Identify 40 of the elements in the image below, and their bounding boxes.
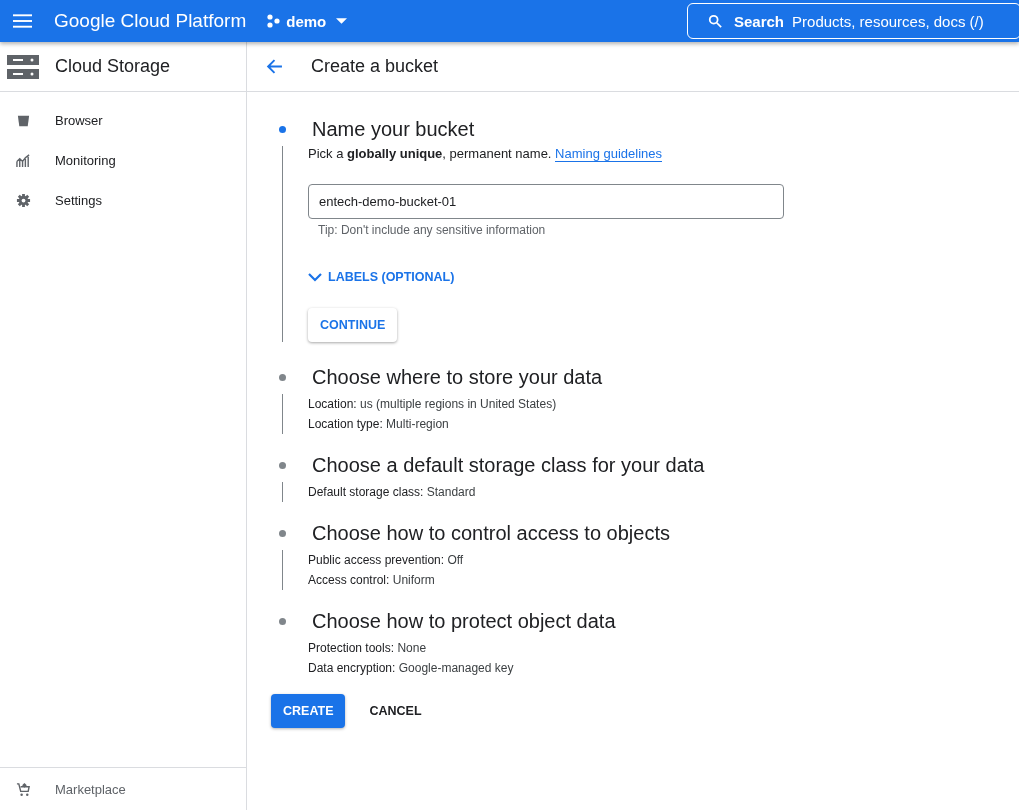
back-arrow-icon[interactable] bbox=[266, 58, 283, 75]
step-title[interactable]: Choose how to control access to objects bbox=[312, 521, 670, 545]
caret-icon bbox=[336, 18, 348, 24]
step-detail: Data encryption: Google-managed key bbox=[308, 660, 515, 677]
project-dots-icon bbox=[266, 14, 281, 28]
sidebar-title: Cloud Storage bbox=[55, 56, 171, 77]
naming-guidelines-link[interactable]: Naming guidelines bbox=[555, 146, 663, 162]
create-button[interactable]: CREATE bbox=[271, 694, 346, 728]
chart-icon bbox=[16, 152, 31, 168]
step-title[interactable]: Name your bucket bbox=[312, 117, 475, 141]
settings-icon bbox=[16, 192, 31, 208]
step-detail: Protection tools: None bbox=[308, 640, 428, 657]
page-title: Create a bucket bbox=[311, 56, 439, 77]
menu-icon[interactable] bbox=[13, 14, 32, 28]
search-field[interactable]: Products, resources, docs (/) bbox=[792, 12, 1013, 30]
sidebar-item[interactable]: Marketplace bbox=[0, 768, 246, 810]
product-title[interactable]: Google Cloud Platform bbox=[54, 10, 247, 32]
search-label: Search bbox=[734, 12, 785, 30]
bucket-name-field[interactable]: entech-demo-bucket-01 bbox=[308, 184, 784, 219]
continue-button[interactable]: CONTINUE bbox=[308, 308, 398, 342]
chevron-icon bbox=[308, 272, 322, 282]
field-tip: Tip: Don't include any sensitive information bbox=[318, 223, 547, 237]
step-detail: Public access prevention: Off bbox=[308, 552, 465, 569]
cart-icon bbox=[16, 781, 31, 797]
step-title[interactable]: Choose how to protect object data bbox=[312, 609, 616, 633]
labels-toggle[interactable]: LABELS (OPTIONAL) bbox=[308, 270, 455, 284]
step-detail: Default storage class: Standard bbox=[308, 484, 477, 501]
step-detail: Location: us (multiple regions in United States) bbox=[308, 396, 558, 413]
project-selector[interactable]: demo bbox=[266, 12, 348, 30]
sidebar-item[interactable]: Monitoring bbox=[0, 140, 246, 180]
step-detail: Location type: Multi-region bbox=[308, 416, 450, 433]
storage-icon bbox=[7, 54, 39, 79]
step-detail: Access control: Uniform bbox=[308, 572, 436, 589]
step-description: Pick a globally unique, permanent name. bbox=[308, 146, 552, 161]
search-icon bbox=[708, 14, 722, 28]
step-title[interactable]: Choose a default storage class for your data bbox=[312, 453, 705, 477]
step-title[interactable]: Choose where to store your data bbox=[312, 365, 603, 389]
cancel-button[interactable]: CANCEL bbox=[357, 694, 434, 728]
sidebar-item[interactable]: Settings bbox=[0, 180, 246, 220]
sidebar-item[interactable]: Browser bbox=[0, 100, 246, 140]
